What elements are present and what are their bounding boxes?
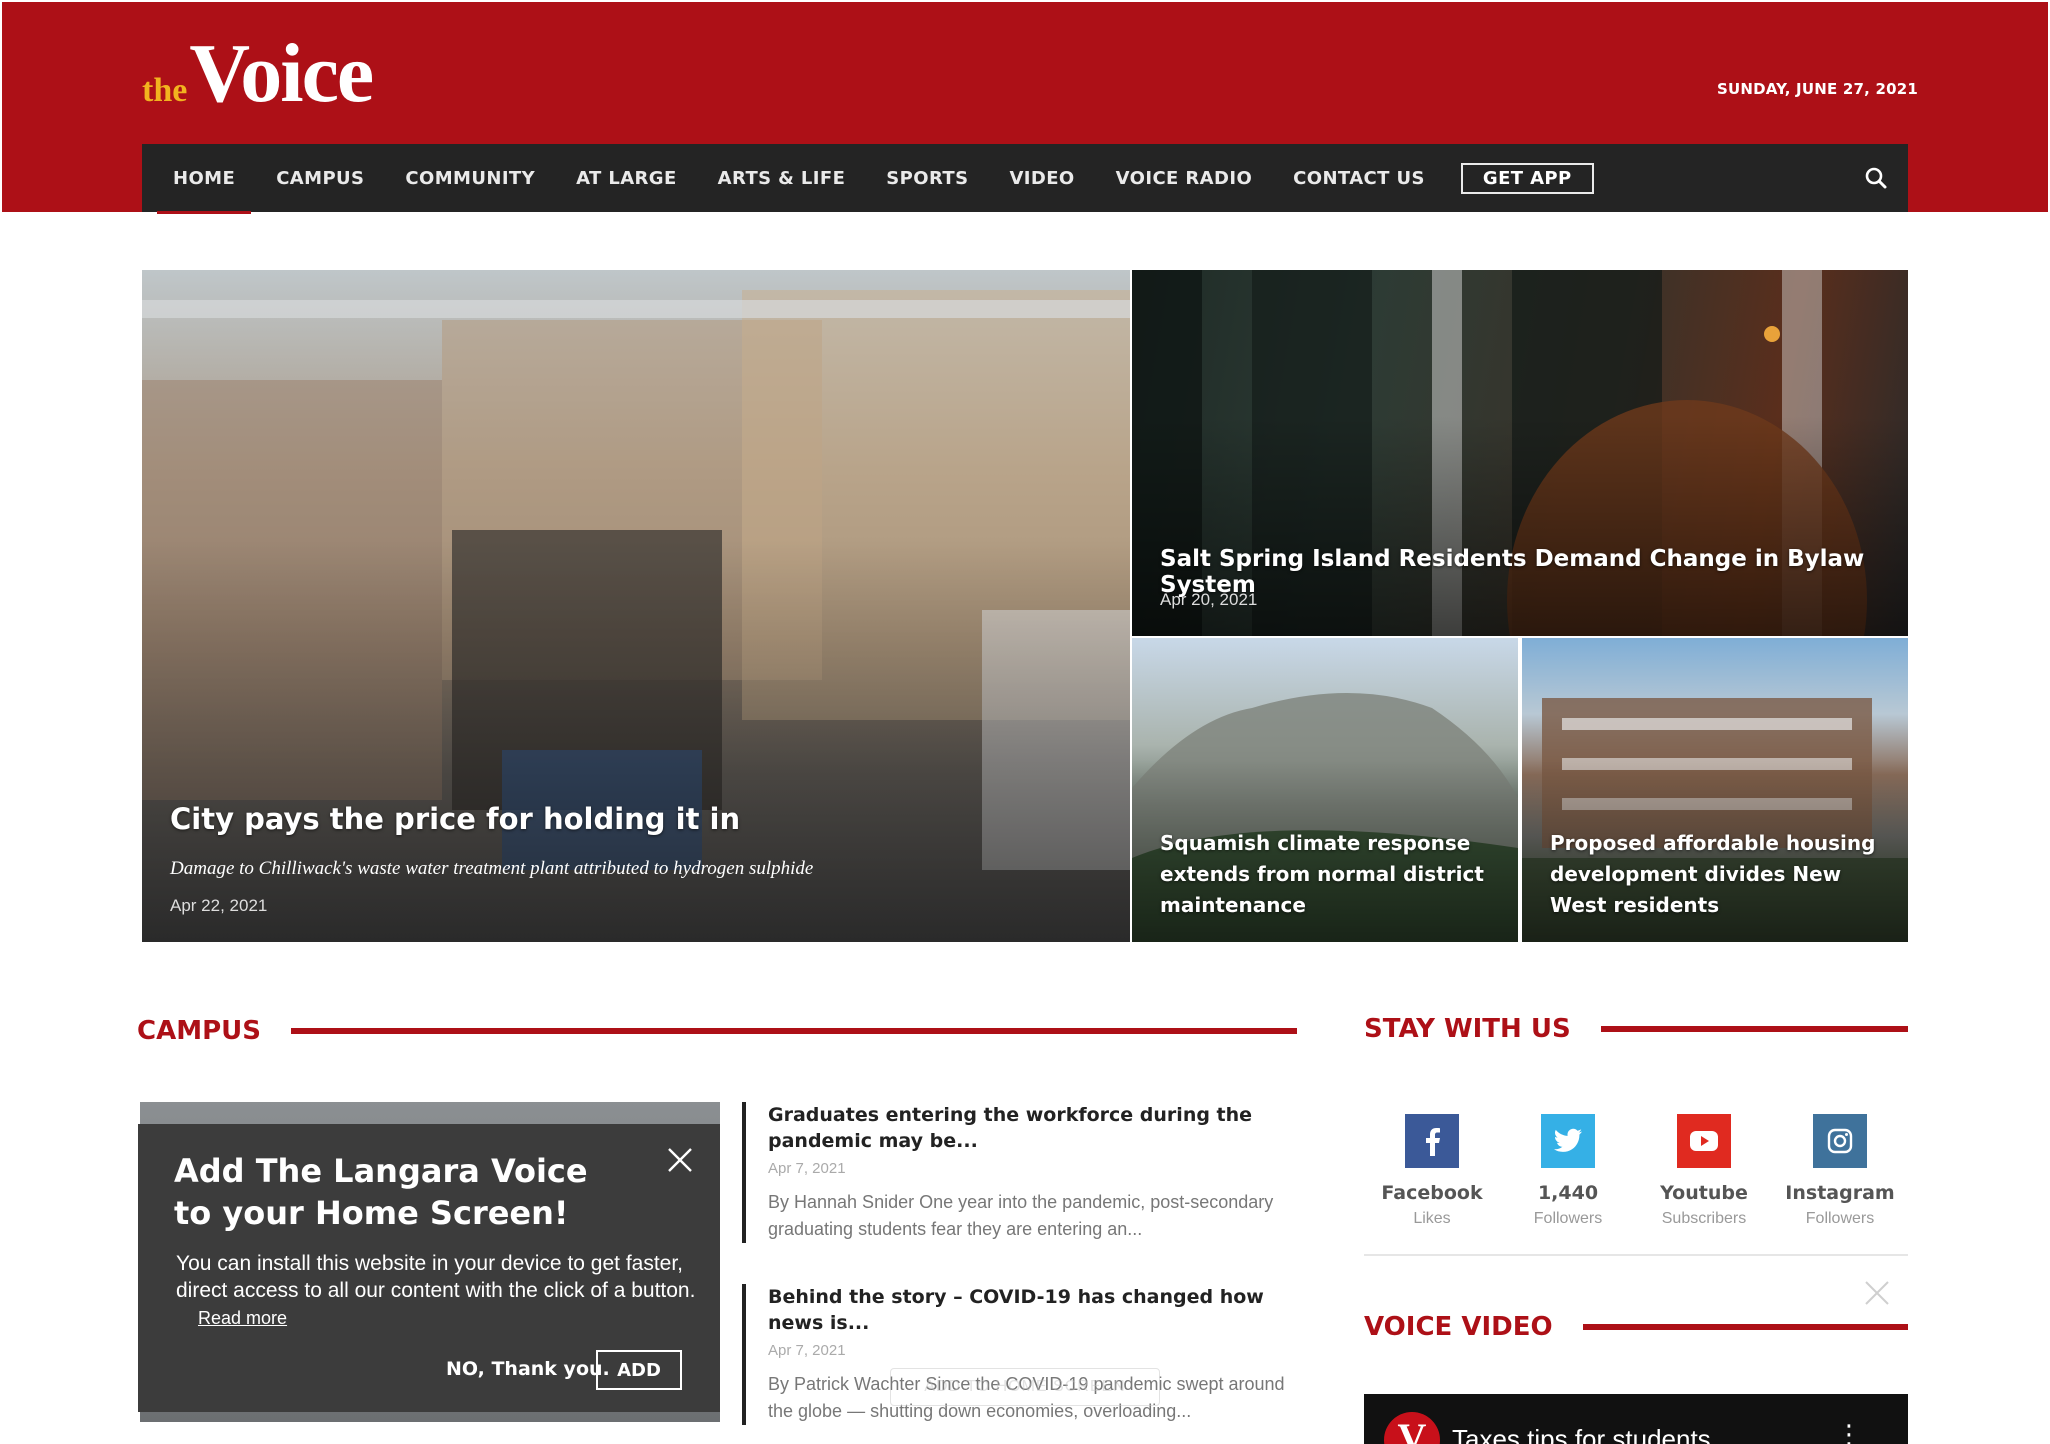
campus-section-heading: CAMPUS bbox=[137, 1016, 1297, 1046]
facebook-icon[interactable] bbox=[1405, 1114, 1459, 1168]
logo-main-text: Voice bbox=[189, 27, 374, 121]
hero-small-tile-1[interactable]: Squamish climate response extends from n… bbox=[1132, 638, 1518, 942]
article-title[interactable]: Behind the story – COVID-19 has changed … bbox=[768, 1284, 1302, 1336]
video-player[interactable]: V Taxes tips for students ⋮ bbox=[1364, 1394, 1908, 1444]
hero-top-right-date: Apr 20, 2021 bbox=[1160, 590, 1258, 609]
article-title[interactable]: Graduates entering the workforce during … bbox=[768, 1102, 1302, 1154]
popup-decline-button[interactable]: NO, Thank you. bbox=[446, 1358, 610, 1380]
voice-video-label: VOICE VIDEO bbox=[1364, 1312, 1553, 1342]
social-divider bbox=[1364, 1254, 1908, 1256]
nav-item-sports[interactable]: SPORTS bbox=[886, 168, 968, 189]
hero-small-1-title[interactable]: Squamish climate response extends from n… bbox=[1160, 828, 1490, 921]
stay-with-us-label: STAY WITH US bbox=[1364, 1014, 1571, 1044]
hero-main-tile[interactable]: City pays the price for holding it in Da… bbox=[142, 270, 1130, 942]
stay-with-us-heading: STAY WITH US bbox=[1364, 1014, 1908, 1044]
hero-main-overlay bbox=[142, 538, 1130, 942]
hero-top-right-title[interactable]: Salt Spring Island Residents Demand Chan… bbox=[1160, 546, 1908, 598]
hero-small-tile-2[interactable]: Proposed affordable housing development … bbox=[1522, 638, 1908, 942]
site-logo[interactable]: the Voice bbox=[142, 27, 374, 121]
hero-main-subtitle: Damage to Chilliwack's waste water treat… bbox=[170, 858, 814, 879]
social-twitter[interactable]: 1,440 Followers bbox=[1503, 1114, 1633, 1228]
nav-item-home[interactable]: HOME bbox=[156, 168, 252, 214]
social-sub: Followers bbox=[1533, 1210, 1603, 1227]
social-facebook[interactable]: Facebook Likes bbox=[1367, 1114, 1497, 1228]
search-icon[interactable] bbox=[1864, 166, 1888, 190]
hero-small-2-title[interactable]: Proposed affordable housing development … bbox=[1550, 828, 1880, 921]
social-name: Youtube bbox=[1660, 1182, 1748, 1204]
nav-item-community[interactable]: COMMUNITY bbox=[405, 168, 535, 189]
popup-read-more-link[interactable]: Read more bbox=[198, 1308, 287, 1328]
instagram-icon[interactable] bbox=[1813, 1114, 1867, 1168]
social-name: Instagram bbox=[1785, 1182, 1895, 1204]
voice-video-rule bbox=[1582, 1324, 1908, 1330]
article-excerpt: By Hannah Snider One year into the pande… bbox=[768, 1192, 1274, 1239]
more-options-icon[interactable]: ⋮ bbox=[1836, 1420, 1862, 1444]
nav-item-video[interactable]: VIDEO bbox=[1009, 168, 1074, 189]
nav-item-at-large[interactable]: AT LARGE bbox=[576, 168, 677, 189]
campus-article-1[interactable]: Graduates entering the workforce during … bbox=[742, 1102, 1302, 1243]
youtube-icon[interactable] bbox=[1677, 1114, 1731, 1168]
main-nav: HOME CAMPUS COMMUNITY AT LARGE ARTS & LI… bbox=[142, 144, 1908, 214]
article-date: Apr 7, 2021 bbox=[768, 1342, 846, 1359]
hero-top-right-tile[interactable]: Salt Spring Island Residents Demand Chan… bbox=[1132, 270, 1908, 636]
social-sub: Followers bbox=[1805, 1210, 1875, 1227]
video-title[interactable]: Taxes tips for students bbox=[1452, 1424, 1711, 1444]
social-instagram[interactable]: Instagram Followers bbox=[1775, 1114, 1905, 1228]
article-date: Apr 7, 2021 bbox=[768, 1160, 846, 1177]
campus-heading-rule bbox=[290, 1028, 1297, 1034]
logo-small-text: the bbox=[142, 72, 188, 109]
popup-add-button[interactable]: ADD bbox=[596, 1350, 682, 1390]
social-sub: Subscribers bbox=[1661, 1210, 1747, 1227]
popup-title: Add The Langara Voice to your Home Scree… bbox=[174, 1152, 588, 1232]
close-icon[interactable] bbox=[666, 1146, 694, 1174]
hero-main-title[interactable]: City pays the price for holding it in bbox=[170, 802, 740, 836]
popup-body-text: You can install this website in your dev… bbox=[176, 1252, 696, 1302]
close-icon[interactable] bbox=[1862, 1278, 1892, 1308]
social-name: Facebook bbox=[1381, 1182, 1483, 1204]
popup-body: You can install this website in your dev… bbox=[176, 1250, 696, 1332]
header-date: SUNDAY, JUNE 27, 2021 bbox=[1717, 80, 1918, 98]
social-name: 1,440 bbox=[1537, 1182, 1599, 1204]
channel-logo: V bbox=[1384, 1412, 1440, 1444]
nav-item-voice-radio[interactable]: VOICE RADIO bbox=[1116, 168, 1253, 189]
social-sub: Likes bbox=[1413, 1210, 1451, 1227]
hero-main-date: Apr 22, 2021 bbox=[170, 896, 268, 915]
nav-item-campus[interactable]: CAMPUS bbox=[276, 168, 364, 189]
add-to-home-screen-popup: Add The Langara Voice to your Home Scree… bbox=[138, 1124, 720, 1412]
voice-video-heading: VOICE VIDEO bbox=[1364, 1312, 1908, 1342]
nav-item-contact-us[interactable]: CONTACT US bbox=[1293, 168, 1425, 189]
twitter-icon[interactable] bbox=[1541, 1114, 1595, 1168]
campus-heading-label[interactable]: CAMPUS bbox=[137, 1016, 261, 1046]
stay-with-us-rule bbox=[1600, 1026, 1908, 1032]
get-app-button[interactable]: GET APP bbox=[1460, 162, 1594, 194]
add-to-home-screen-ghost-button[interactable]: ADD TO HOME SCREEN bbox=[890, 1368, 1160, 1406]
nav-item-arts-life[interactable]: ARTS & LIFE bbox=[718, 168, 846, 189]
social-youtube[interactable]: Youtube Subscribers bbox=[1639, 1114, 1769, 1228]
